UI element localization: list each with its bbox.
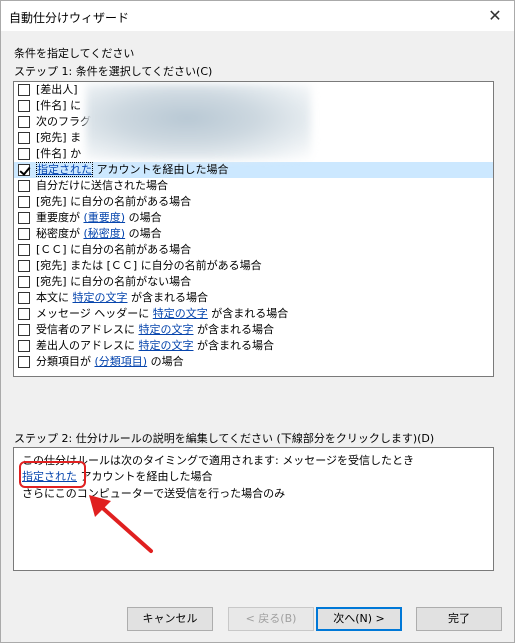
- condition-checkbox[interactable]: [18, 180, 30, 192]
- condition-item[interactable]: 差出人のアドレスに 特定の文字 が含まれる場合: [14, 338, 493, 354]
- condition-checkbox[interactable]: [18, 148, 30, 160]
- condition-item[interactable]: 指定された アカウントを経由した場合: [14, 162, 493, 178]
- condition-link[interactable]: 特定の文字: [73, 291, 128, 304]
- condition-text-suffix: の場合: [125, 211, 162, 224]
- condition-text-suffix: が含まれる場合: [127, 291, 208, 304]
- condition-checkbox[interactable]: [18, 84, 30, 96]
- condition-text: 次のフラグ: [36, 115, 91, 128]
- wizard-window: 自動仕分けウィザード ✕ 条件を指定してください ステップ 1: 条件を選択して…: [0, 0, 515, 643]
- condition-text: 秘密度が: [36, 227, 84, 240]
- condition-item[interactable]: 重要度が (重要度) の場合: [14, 210, 493, 226]
- finish-button[interactable]: 完了: [416, 607, 502, 631]
- condition-text-suffix: アカウントを経由した場合: [93, 163, 229, 176]
- condition-text: [宛先] ま: [36, 131, 82, 144]
- annotation-highlight-box: [19, 461, 86, 488]
- condition-text: メッセージ ヘッダーに: [36, 307, 153, 320]
- condition-text-suffix: が含まれる場合: [193, 323, 274, 336]
- step1-label: ステップ 1: 条件を選択してください(C): [14, 65, 213, 78]
- condition-text: [差出人]: [36, 83, 78, 96]
- condition-checkbox[interactable]: [18, 340, 30, 352]
- close-icon[interactable]: ✕: [484, 5, 506, 27]
- condition-checkbox[interactable]: [18, 324, 30, 336]
- condition-item[interactable]: 受信者のアドレスに 特定の文字 が含まれる場合: [14, 322, 493, 338]
- condition-checkbox[interactable]: [18, 260, 30, 272]
- condition-link[interactable]: (秘密度): [84, 227, 126, 240]
- window-title: 自動仕分けウィザード: [9, 11, 130, 25]
- condition-link[interactable]: 特定の文字: [153, 307, 208, 320]
- condition-text-suffix: の場合: [125, 227, 162, 240]
- condition-text: [件名] か: [36, 147, 82, 160]
- blurred-region: [86, 84, 311, 160]
- condition-link[interactable]: 特定の文字: [139, 323, 194, 336]
- condition-text-suffix: の場合: [147, 355, 184, 368]
- condition-text: [件名] に: [36, 99, 82, 112]
- condition-link[interactable]: (重要度): [84, 211, 126, 224]
- condition-checkbox[interactable]: [18, 276, 30, 288]
- condition-checkbox[interactable]: [18, 356, 30, 368]
- back-button[interactable]: < 戻る(B): [228, 607, 314, 631]
- condition-checkbox[interactable]: [18, 228, 30, 240]
- condition-text: 自分だけに送信された場合: [36, 179, 168, 192]
- condition-text: [宛先] に自分の名前がない場合: [36, 275, 192, 288]
- condition-item[interactable]: メッセージ ヘッダーに 特定の文字 が含まれる場合: [14, 306, 493, 322]
- condition-item[interactable]: 本文に 特定の文字 が含まれる場合: [14, 290, 493, 306]
- condition-text-suffix: が含まれる場合: [207, 307, 289, 320]
- condition-checkbox[interactable]: [18, 100, 30, 112]
- condition-checkbox[interactable]: [18, 212, 30, 224]
- condition-checkbox[interactable]: [18, 164, 30, 176]
- condition-text: 差出人のアドレスに: [36, 339, 139, 352]
- condition-text: [宛先] に自分の名前がある場合: [36, 195, 192, 208]
- condition-text-suffix: が含まれる場合: [193, 339, 274, 352]
- condition-item[interactable]: [宛先] または [ＣＣ] に自分の名前がある場合: [14, 258, 493, 274]
- condition-checkbox[interactable]: [18, 116, 30, 128]
- condition-link[interactable]: (分類項目): [95, 355, 148, 368]
- condition-text: [宛先] または [ＣＣ] に自分の名前がある場合: [36, 259, 262, 272]
- cancel-button[interactable]: キャンセル: [127, 607, 213, 631]
- condition-item[interactable]: 自分だけに送信された場合: [14, 178, 493, 194]
- condition-checkbox[interactable]: [18, 244, 30, 256]
- condition-checkbox[interactable]: [18, 308, 30, 320]
- condition-link[interactable]: 指定された: [36, 162, 93, 177]
- annotation-arrow-icon: [89, 495, 153, 553]
- condition-text: 受信者のアドレスに: [36, 323, 139, 336]
- condition-checkbox[interactable]: [18, 132, 30, 144]
- condition-text: 本文に: [36, 291, 73, 304]
- condition-item[interactable]: [宛先] に自分の名前がない場合: [14, 274, 493, 290]
- condition-checkbox[interactable]: [18, 292, 30, 304]
- next-button[interactable]: 次へ(N) >: [316, 607, 402, 631]
- condition-text: [ＣＣ] に自分の名前がある場合: [36, 243, 192, 256]
- condition-item[interactable]: 分類項目が (分類項目) の場合: [14, 354, 493, 370]
- conditions-listbox[interactable]: [差出人] [件名] に次のフラグ [宛先] ま [件名] か指定された アカウントを…: [13, 81, 494, 377]
- heading: 条件を指定してください: [14, 47, 135, 60]
- condition-text: 重要度が: [36, 211, 84, 224]
- step2-label: ステップ 2: 仕分けルールの説明を編集してください (下線部分をクリックします…: [14, 432, 435, 445]
- description-line-2-text: アカウントを経由した場合: [77, 470, 213, 483]
- condition-link[interactable]: 特定の文字: [139, 339, 194, 352]
- condition-text: 分類項目が: [36, 355, 95, 368]
- condition-checkbox[interactable]: [18, 196, 30, 208]
- title-bar: 自動仕分けウィザード ✕: [1, 1, 514, 31]
- condition-item[interactable]: 秘密度が (秘密度) の場合: [14, 226, 493, 242]
- condition-item[interactable]: [宛先] に自分の名前がある場合: [14, 194, 493, 210]
- condition-item[interactable]: [ＣＣ] に自分の名前がある場合: [14, 242, 493, 258]
